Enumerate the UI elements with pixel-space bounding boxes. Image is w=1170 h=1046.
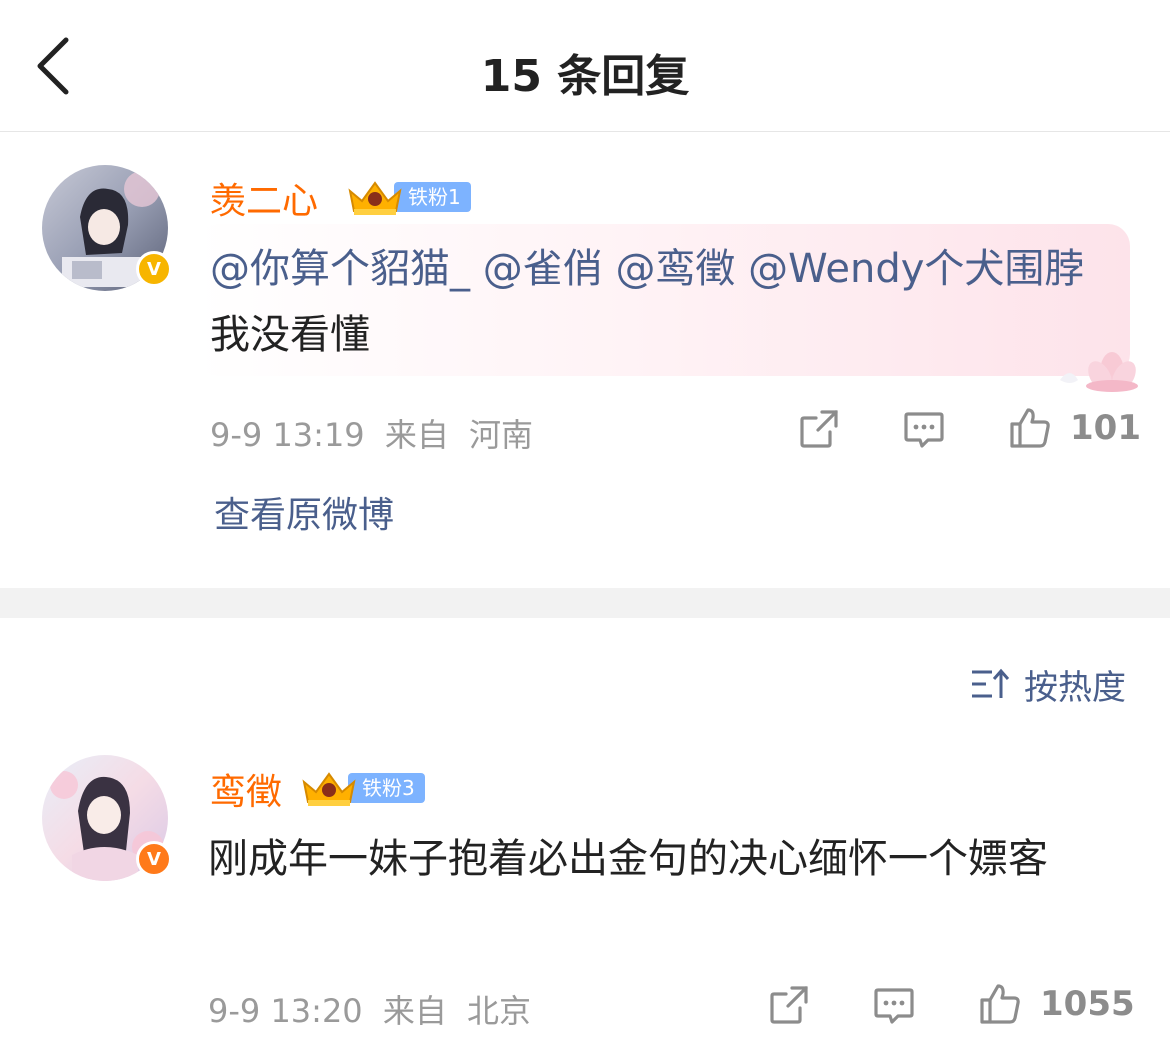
mention-link[interactable]: @Wendy个犬围脖	[748, 246, 1084, 292]
reply-date: 9-9 13:20	[208, 992, 363, 1030]
mention-link[interactable]: @鸾徵	[615, 246, 735, 292]
comment-date: 9-9 13:19	[210, 416, 365, 454]
fan-badge-label: 铁粉1	[394, 182, 471, 212]
verified-badge-icon: V	[136, 251, 172, 287]
comment-body: 我没看懂	[210, 312, 370, 358]
nav-header: 15 条回复	[0, 0, 1170, 132]
comment-button[interactable]	[902, 408, 946, 452]
thumbs-up-icon	[1010, 408, 1050, 448]
crown-icon	[348, 181, 402, 215]
share-icon	[770, 986, 808, 1024]
fan-badge[interactable]: 铁粉1	[346, 180, 471, 215]
mention-link[interactable]: @雀俏	[483, 246, 603, 292]
share-icon	[800, 410, 838, 448]
avatar[interactable]: V	[42, 165, 172, 291]
source-label: 来自	[382, 992, 447, 1030]
comment-meta: 9-9 13:19 来自 河南	[210, 410, 533, 456]
username[interactable]: 鸾徵	[210, 763, 282, 815]
thumbs-up-icon	[980, 984, 1020, 1024]
comment-text: @你算个貂猫_ @雀俏 @鸾徵 @Wendy个犬围脖 我没看懂	[210, 236, 1130, 368]
like-count: 101	[1070, 408, 1141, 448]
sort-label: 按热度	[1024, 668, 1126, 708]
reply-location: 北京	[467, 992, 532, 1030]
crown-icon	[302, 772, 356, 806]
share-button[interactable]	[768, 984, 810, 1026]
source-label: 来自	[384, 416, 449, 454]
view-original-link[interactable]: 查看原微博	[214, 486, 394, 538]
comment-location: 河南	[469, 416, 534, 454]
reply-meta: 9-9 13:20 来自 北京	[208, 986, 531, 1032]
sort-button[interactable]: 按热度	[970, 660, 1126, 709]
sort-icon	[972, 668, 1010, 698]
fan-badge[interactable]: 铁粉3	[300, 771, 425, 806]
like-button[interactable]: 101	[1008, 406, 1141, 450]
page-title: 15 条回复	[480, 51, 690, 102]
like-count: 1055	[1040, 984, 1135, 1024]
mention-link[interactable]: @你算个貂猫_	[210, 246, 470, 292]
avatar[interactable]: V	[42, 755, 172, 881]
comment-icon	[904, 412, 944, 448]
comment-icon	[874, 988, 914, 1024]
comment-button[interactable]	[872, 984, 916, 1028]
section-divider	[0, 588, 1170, 618]
verified-badge-icon: V	[136, 841, 172, 877]
reply-text: 刚成年一妹子抱着必出金句的决心缅怀一个嫖客	[208, 836, 1048, 882]
like-button[interactable]: 1055	[978, 982, 1135, 1026]
username[interactable]: 羡二心	[210, 172, 318, 224]
fan-badge-label: 铁粉3	[348, 773, 425, 803]
share-button[interactable]	[798, 408, 840, 450]
